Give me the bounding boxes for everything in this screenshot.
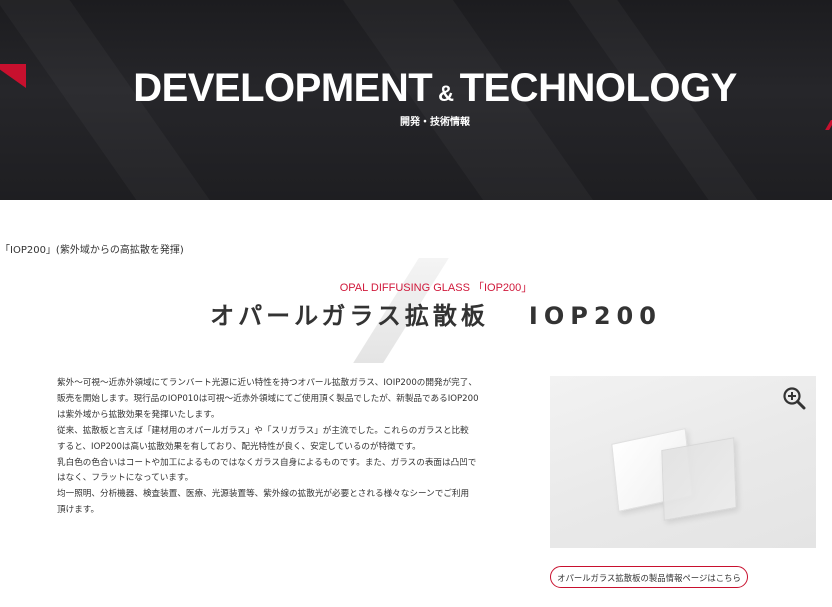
description-line: 紫外～可視～近赤外領域にてランバート光源に近い特性を持つオパール拡散ガラス、IO… xyxy=(57,378,477,388)
description-line: 販売を開始します。現行品のIOP010は可視～近赤外領域にてご使用頂く製品でした… xyxy=(57,393,479,404)
description-line: 乳白色の色合いはコートや加工によるものではなくガラス自身によるものです。また、ガ… xyxy=(57,457,477,468)
hero-title-amp: & xyxy=(438,81,454,106)
description-line: は紫外域から拡散効果を発揮いたします。 xyxy=(57,409,220,420)
breadcrumb: 「IOP200」(紫外域からの高拡散を発揮) xyxy=(0,245,184,256)
description-line: はなく、フラットになっています。 xyxy=(57,473,194,484)
description-line: 頂けます。 xyxy=(57,505,100,516)
hero-title-left: DEVELOPMENT xyxy=(133,66,433,110)
hero-banner: DEVELOPMENT & TECHNOLOGY 開発・技術情報 xyxy=(0,0,832,200)
hero-title: DEVELOPMENT & TECHNOLOGY xyxy=(0,66,832,111)
product-info-link-button[interactable]: オパールガラス拡散板の製品情報ページはこちら xyxy=(550,566,748,588)
glass-plate-image xyxy=(661,437,737,521)
hero-title-right: TECHNOLOGY xyxy=(459,66,738,110)
description-line: すると、IOP200は高い拡散効果を有しており、配光特性が良く、安定しているのが… xyxy=(57,441,421,452)
page-title: オパールガラス拡散板 IOP200 xyxy=(0,296,832,331)
page-title-model: IOP200 xyxy=(528,302,662,330)
product-description: 紫外～可視～近赤外領域にてランバート光源に近い特性を持つオパール拡散ガラス、IO… xyxy=(57,376,527,519)
description-line: 均一照明、分析機器、検査装置、医療、光源装置等、紫外線の拡散光が必要とされる様々… xyxy=(57,489,470,500)
hero-subtitle: 開発・技術情報 xyxy=(400,117,470,128)
description-line: 従来、拡散板と言えば「建材用のオパールガラス」や「スリガラス」が主流でした。これ… xyxy=(57,425,469,436)
section-subtitle: OPAL DIFFUSING GLASS 「IOP200」 xyxy=(339,282,533,294)
product-image[interactable] xyxy=(550,376,816,548)
zoom-in-icon[interactable] xyxy=(782,386,806,410)
page-title-text: オパールガラス拡散板 xyxy=(210,302,489,330)
